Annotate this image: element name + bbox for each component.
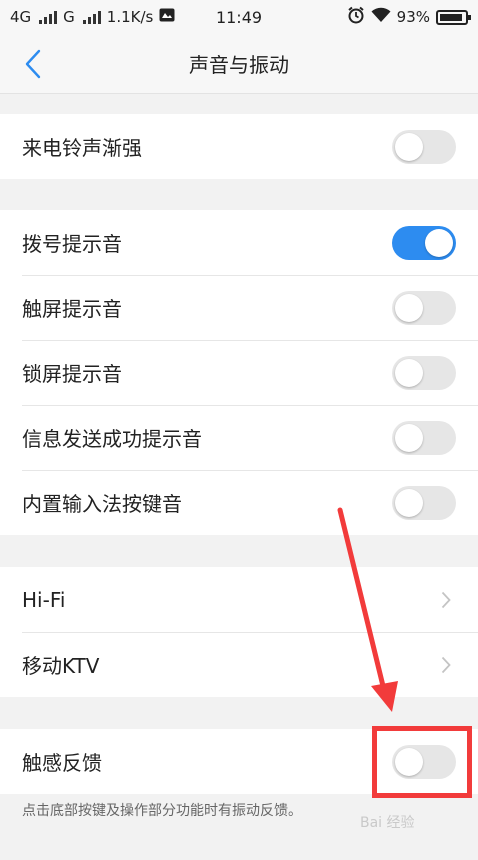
watermark: Bai 经验 xyxy=(360,815,415,831)
annotation-highlight-box xyxy=(372,726,472,798)
